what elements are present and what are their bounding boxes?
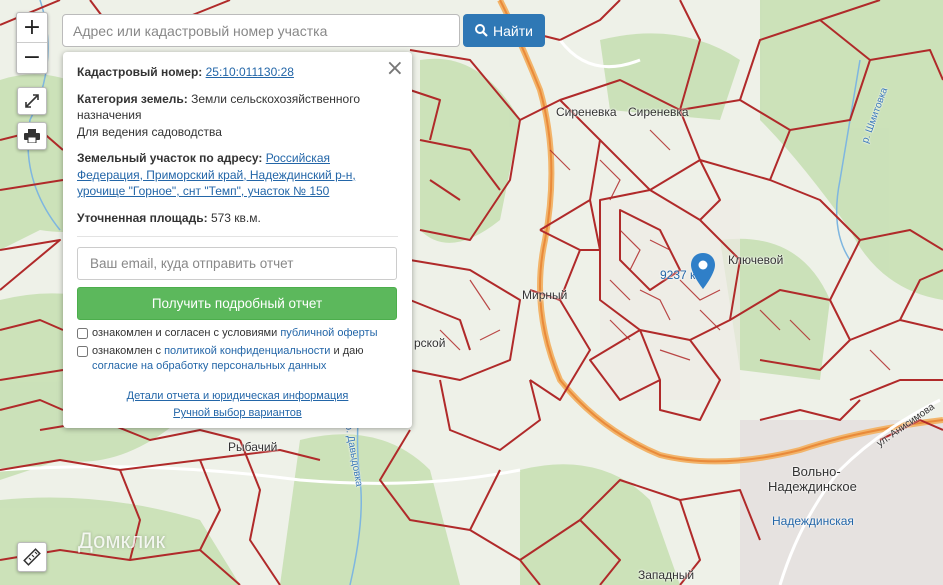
label-sirenevka-1: Сиреневка <box>556 105 617 119</box>
ruler-icon <box>23 548 41 566</box>
cadastral-number-link[interactable]: 25:10:011130:28 <box>206 65 294 79</box>
area-label: Уточненная площадь: <box>77 210 208 225</box>
label-lskoy: рской <box>414 336 446 350</box>
label-volno: Вольно- <box>792 464 841 479</box>
consent-privacy-row: ознакомлен с политикой конфиденциальност… <box>77 344 398 374</box>
email-field[interactable] <box>77 247 397 280</box>
address-row: Земельный участок по адресу: Российская … <box>77 150 398 200</box>
close-icon[interactable]: × <box>386 56 404 81</box>
consent-offer-row: ознакомлен и согласен с условиями публич… <box>77 326 398 341</box>
consent-privacy-text: ознакомлен с <box>92 345 165 357</box>
parcel-info-panel: × Кадастровый номер: 25:10:011130:28 Кат… <box>63 52 412 428</box>
usage-value: Для ведения садоводства <box>77 124 222 139</box>
search-button[interactable]: Найти <box>463 14 545 47</box>
label-plot-number: 9237 к <box>660 268 696 282</box>
report-details-link[interactable]: Детали отчета и юридическая информация <box>63 388 412 405</box>
consent-offer-text: ознакомлен и согласен с условиями <box>92 327 281 339</box>
label-nadezhdinskoe: Надеждинское <box>768 479 857 494</box>
category-label: Категория земель: <box>77 91 188 106</box>
label-mirny: Мирный <box>522 288 568 302</box>
location-marker-icon[interactable] <box>691 253 715 289</box>
cadastral-row: Кадастровый номер: 25:10:011130:28 <box>77 64 398 81</box>
manual-selection-link[interactable]: Ручной выбор вариантов <box>63 405 412 422</box>
fullscreen-button[interactable] <box>17 87 47 115</box>
public-offer-link[interactable]: публичной оферты <box>280 327 377 339</box>
divider <box>77 236 398 237</box>
watermark: Домклик <box>78 528 166 553</box>
address-label: Земельный участок по адресу: <box>77 151 263 165</box>
zoom-in-button[interactable]: + <box>17 13 47 43</box>
consent-privacy-checkbox[interactable] <box>77 346 88 357</box>
panel-footer-links: Детали отчета и юридическая информация Р… <box>63 388 412 422</box>
search-button-label: Найти <box>493 22 533 39</box>
consent-offer-checkbox[interactable] <box>77 328 88 339</box>
label-klyuchevoy: Ключевой <box>728 253 784 267</box>
privacy-policy-link[interactable]: политикой конфиденциальности <box>164 345 330 357</box>
get-report-button[interactable]: Получить подробный отчет <box>77 287 397 320</box>
label-zapadny: Западный <box>638 568 695 582</box>
search-icon <box>475 24 488 37</box>
ruler-button[interactable] <box>17 542 47 572</box>
zoom-out-button[interactable]: − <box>17 43 47 73</box>
search-input[interactable] <box>62 14 460 47</box>
label-sirenevka-2: Сиреневка <box>628 105 689 119</box>
consent-privacy-mid: и даю <box>330 345 364 357</box>
print-icon <box>24 129 40 143</box>
zoom-control: + − <box>16 12 48 74</box>
category-row: Категория земель: Земли сельскохозяйстве… <box>77 91 398 141</box>
cadastral-label: Кадастровый номер: <box>77 65 203 79</box>
print-button[interactable] <box>17 122 47 150</box>
label-rybachiy: Рыбачий <box>228 440 278 454</box>
personal-data-consent-link[interactable]: согласие на обработку персональных данны… <box>92 360 326 372</box>
label-nadezhdinskaya: Надеждинская <box>772 514 854 528</box>
expand-icon <box>25 94 39 108</box>
area-value: 573 кв.м. <box>210 210 261 225</box>
area-row: Уточненная площадь: 573 кв.м. <box>77 210 398 227</box>
